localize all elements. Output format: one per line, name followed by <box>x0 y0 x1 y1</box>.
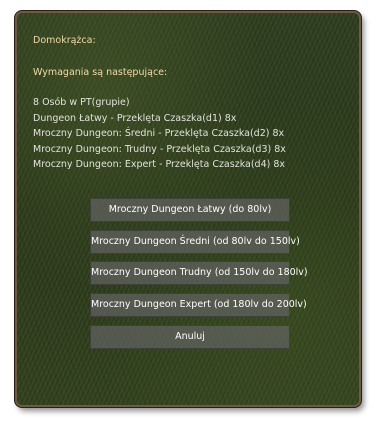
requirement-line: Mroczny Dungeon: Średni - Przeklęta Czas… <box>33 128 285 139</box>
npc-name: Domokrążca: <box>33 35 96 46</box>
dungeon-easy-button[interactable]: Mroczny Dungeon Łatwy (do 80lv) <box>90 198 290 222</box>
requirement-line: Mroczny Dungeon: Expert - Przeklęta Czas… <box>33 159 286 170</box>
cancel-button[interactable]: Anuluj <box>90 325 290 349</box>
dungeon-medium-button[interactable]: Mroczny Dungeon Średni (od 80lv do 150lv… <box>90 230 300 254</box>
dungeon-expert-button[interactable]: Mroczny Dungeon Expert (od 180lv do 200l… <box>90 293 307 317</box>
requirement-line: Mroczny Dungeon: Trudny - Przeklęta Czas… <box>33 143 286 155</box>
requirement-line: Dungeon Łatwy - Przeklęta Czaszka(d1) 8x <box>33 112 237 124</box>
requirements-header: Wymagania są następujące: <box>33 66 168 78</box>
npc-dialog-window: Domokrążca: Wymagania są następujące: 8 … <box>15 11 361 407</box>
dungeon-hard-button[interactable]: Mroczny Dungeon Trudny (od 150lv do 180l… <box>90 261 308 285</box>
requirement-line: 8 Osób w PT(grupie) <box>33 97 130 108</box>
dialog-text: Domokrążca: Wymagania są następujące: 8 … <box>33 33 349 173</box>
